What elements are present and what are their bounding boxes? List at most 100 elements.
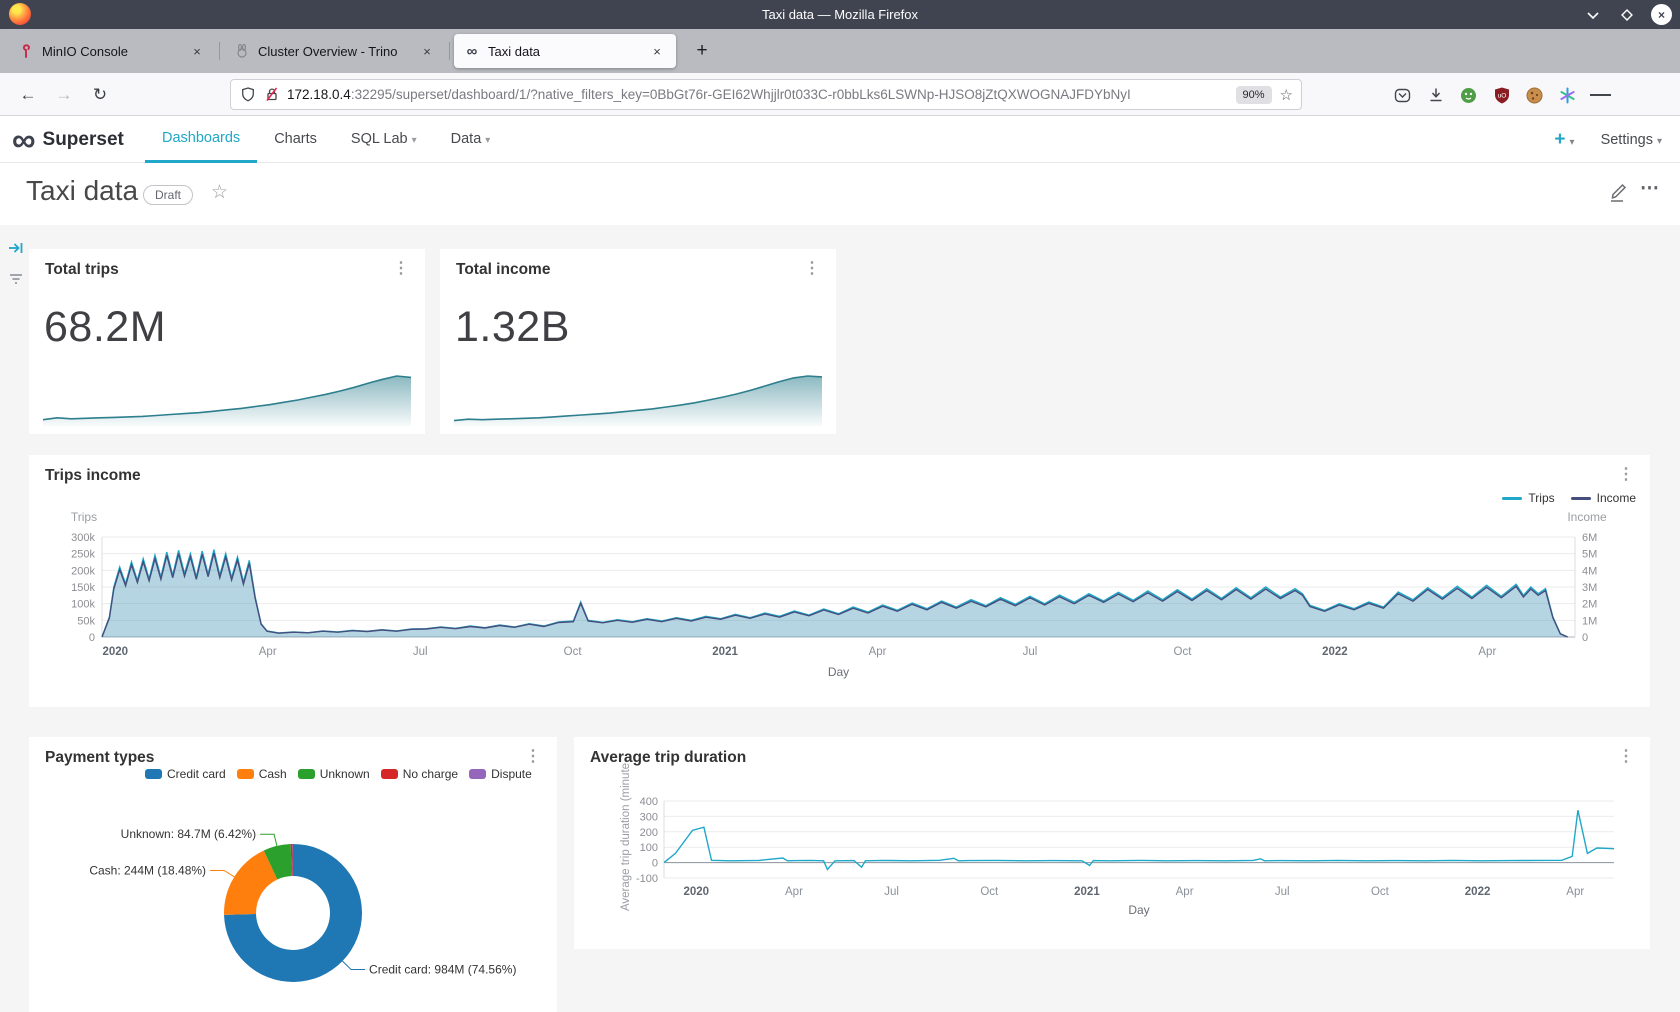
svg-text:0: 0 [652,858,658,870]
tab-minio-console[interactable]: MinIO Console × [8,34,216,68]
svg-text:3M: 3M [1582,582,1597,594]
window-title: Taxi data — Mozilla Firefox [0,0,1680,29]
nav-item-sql-lab[interactable]: SQL Lab▾ [334,116,434,163]
url-input[interactable]: 172.18.0.4:32295/superset/dashboard/1/?n… [230,79,1302,110]
filter-funnel-icon[interactable] [8,272,24,291]
tab-close-icon[interactable]: × [188,44,206,59]
chart-kebab-menu-icon[interactable]: ⋮ [800,258,824,278]
svg-text:2020: 2020 [684,886,710,898]
nav-item-data[interactable]: Data▾ [434,116,508,163]
privacy-badger-icon[interactable] [1458,85,1479,106]
tab-close-icon[interactable]: × [648,44,666,59]
svg-text:200: 200 [640,827,658,839]
dashboard-title: Taxi data [26,175,138,207]
avg-trip-duration-card: Average trip duration ⋮ Average trip dur… [574,737,1650,949]
back-button[interactable]: ← [14,81,42,109]
svg-text:4M: 4M [1582,565,1597,577]
svg-text:2021: 2021 [1074,886,1100,898]
chevron-down-icon: ▾ [1570,137,1575,148]
chevron-down-icon: ▾ [412,135,417,146]
svg-text:50k: 50k [77,615,95,627]
svg-text:Oct: Oct [1371,886,1390,898]
nav-item-dashboards[interactable]: Dashboards [145,116,257,163]
ublock-origin-icon[interactable]: uO [1491,85,1512,106]
svg-text:Oct: Oct [564,646,583,658]
trips-income-card: Trips income ⋮ TripsIncome Trips Income … [29,455,1650,707]
x-axis-title: Day [664,903,1614,917]
cookie-icon[interactable] [1524,85,1545,106]
total-trips-value: 68.2M [44,303,166,352]
svg-text:2022: 2022 [1322,646,1348,658]
pocket-icon[interactable] [1392,85,1413,106]
menu-hamburger-icon[interactable] [1590,85,1611,106]
close-window-icon[interactable]: × [1651,4,1672,25]
url-text[interactable]: 172.18.0.4:32295/superset/dashboard/1/?n… [287,87,1228,102]
minimize-icon[interactable] [1583,5,1603,25]
svg-text:100k: 100k [71,599,95,611]
forward-button[interactable]: → [50,81,78,109]
draft-status-badge: Draft [143,185,193,205]
svg-text:300: 300 [640,811,658,823]
superset-brand[interactable]: ∞ Superset [12,116,124,163]
svg-text:Jul: Jul [1275,886,1290,898]
svg-text:uO: uO [1497,92,1506,99]
bookmark-star-icon[interactable]: ☆ [1280,86,1293,104]
superset-logo-icon: ∞ [12,120,36,160]
settings-menu[interactable]: Settings▾ [1601,132,1662,148]
favorite-star-icon[interactable]: ☆ [211,181,228,204]
total-income-sparkline[interactable] [454,374,822,426]
total-income-card: Total income ⋮ 1.32B [440,249,836,434]
pie-label-unknown: Unknown: 84.7M (6.42%) [121,827,256,841]
svg-text:-100: -100 [636,873,658,885]
edit-dashboard-icon[interactable] [1608,181,1630,205]
tab-label: MinIO Console [42,44,178,59]
svg-text:250k: 250k [71,549,95,561]
add-new-button[interactable]: +▾ [1554,129,1574,151]
total-trips-sparkline[interactable] [43,374,411,426]
avg-duration-plot[interactable]: 4003002001000-1002020AprJulOct2021AprJul… [574,737,1650,949]
screen: Taxi data — Mozilla Firefox × MinIO Cons… [0,0,1680,1012]
tab-separator [449,42,450,60]
payment-types-donut[interactable]: Credit card: 984M (74.56%)Cash: 244M (18… [29,737,557,1012]
tab-taxi-data-active[interactable]: ∞ Taxi data × [454,34,676,68]
downloads-icon[interactable] [1425,85,1446,106]
svg-text:Oct: Oct [1174,646,1193,658]
svg-text:Apr: Apr [1176,886,1194,898]
nav-item-charts[interactable]: Charts [257,116,334,163]
container-asterisk-icon[interactable] [1557,85,1578,106]
chevron-down-icon: ▾ [485,135,490,146]
tab-trino[interactable]: Cluster Overview - Trino × [224,34,446,68]
pie-label-cash: Cash: 244M (18.48%) [89,863,206,877]
svg-text:2M: 2M [1582,599,1597,611]
svg-text:2021: 2021 [712,646,738,658]
filter-rail [5,241,27,291]
window-controls: × [1583,0,1672,29]
reload-button[interactable]: ↻ [86,81,114,109]
dashboard-menu-icon[interactable]: ⋯ [1640,177,1660,200]
svg-text:Jul: Jul [1023,646,1038,658]
svg-text:100: 100 [640,842,658,854]
superset-favicon-icon: ∞ [464,43,480,59]
trino-favicon-icon [234,43,250,59]
url-path: :32295/superset/dashboard/1/?native_filt… [351,87,1131,102]
payment-types-card: Payment types ⋮ Credit cardCashUnknownNo… [29,737,557,1012]
svg-text:400: 400 [640,796,658,808]
tab-label: Taxi data [488,44,638,59]
page-zoom-badge[interactable]: 90% [1236,86,1272,104]
new-tab-button[interactable]: + [688,37,716,65]
svg-text:Apr: Apr [1478,646,1496,658]
svg-text:Apr: Apr [785,886,803,898]
chart-kebab-menu-icon[interactable]: ⋮ [389,258,413,278]
browser-toolbar: ← → ↻ 172.18.0.4:32295/superset/dashboar… [0,73,1680,116]
insecure-lock-icon[interactable] [263,87,281,102]
shield-icon[interactable] [239,87,257,102]
tab-close-icon[interactable]: × [418,44,436,59]
svg-text:Jul: Jul [413,646,428,658]
maximize-icon[interactable] [1617,5,1637,25]
svg-text:5M: 5M [1582,549,1597,561]
expand-filter-bar-icon[interactable] [8,241,24,260]
nav-items: Dashboards Charts SQL Lab▾ Data▾ [145,116,507,163]
window-titlebar: Taxi data — Mozilla Firefox × [0,0,1680,29]
total-income-value: 1.32B [455,303,570,352]
url-host: 172.18.0.4 [287,87,351,102]
